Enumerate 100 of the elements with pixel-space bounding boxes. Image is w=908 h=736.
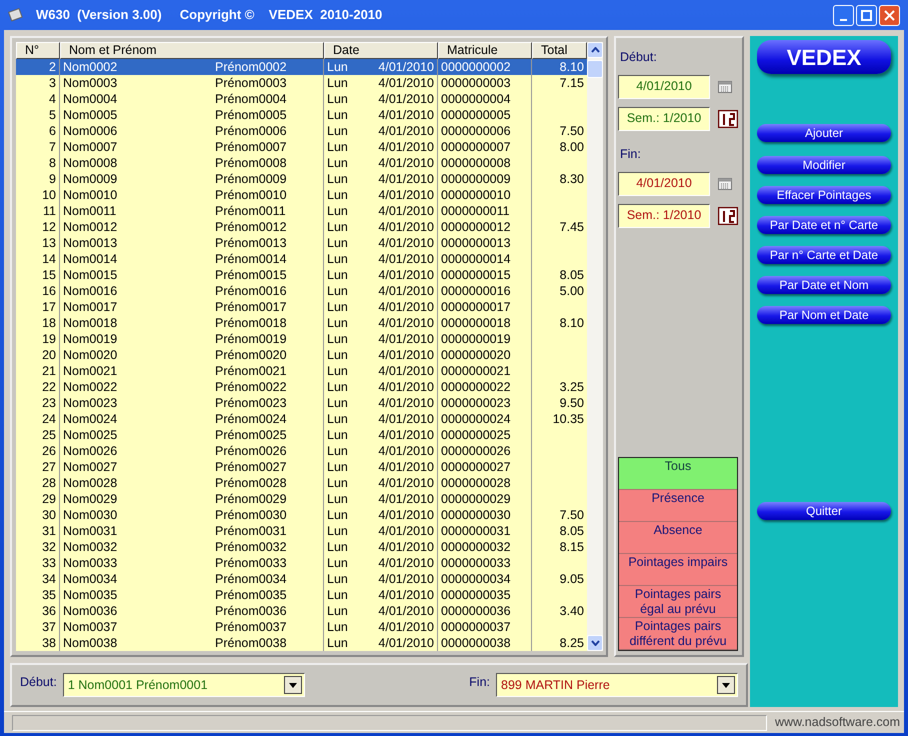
- minimize-button[interactable]: [833, 4, 854, 26]
- table-row[interactable]: 7 Nom0007 Prénom0007 Lun 4/01/2010 0000000007 8.00: [16, 139, 587, 155]
- action-button[interactable]: Modifier: [757, 156, 891, 174]
- first-name-cell: Prénom0003: [212, 75, 324, 91]
- filter-option[interactable]: Pointages impairs: [619, 554, 737, 586]
- action-button[interactable]: Par n° Carte et Date: [757, 246, 891, 264]
- table-row[interactable]: 24 Nom0024 Prénom0024 Lun 4/01/2010 0000000024 10.35: [16, 411, 587, 427]
- day-cell: Lun: [327, 315, 348, 331]
- date-cell: 4/01/2010: [378, 59, 434, 75]
- table-row[interactable]: 18 Nom0018 Prénom0018 Lun 4/01/2010 0000000018 8.10: [16, 315, 587, 331]
- date-field[interactable]: 4/01/2010: [618, 172, 710, 196]
- table-row[interactable]: 5 Nom0005 Prénom0005 Lun 4/01/2010 0000000005: [16, 107, 587, 123]
- table-row[interactable]: 15 Nom0015 Prénom0015 Lun 4/01/2010 0000000015 8.05: [16, 267, 587, 283]
- scroll-thumb[interactable]: [587, 60, 603, 78]
- table-row[interactable]: 10 Nom0010 Prénom0010 Lun 4/01/2010 0000000010: [16, 187, 587, 203]
- table-row[interactable]: 37 Nom0037 Prénom0037 Lun 4/01/2010 0000000037: [16, 619, 587, 635]
- table-row[interactable]: 36 Nom0036 Prénom0036 Lun 4/01/2010 0000000036 3.40: [16, 603, 587, 619]
- table-row[interactable]: 6 Nom0006 Prénom0006 Lun 4/01/2010 0000000006 7.50: [16, 123, 587, 139]
- id-cell: 0000000025: [438, 427, 532, 443]
- table-row[interactable]: 9 Nom0009 Prénom0009 Lun 4/01/2010 0000000009 8.30: [16, 171, 587, 187]
- week-number-icon[interactable]: [718, 206, 738, 224]
- first-name-cell: Prénom0014: [212, 251, 324, 267]
- scrollbar[interactable]: [587, 42, 603, 651]
- filter-option[interactable]: Pointages pairs différent du prévu: [619, 618, 737, 650]
- date-cell: 4/01/2010: [378, 107, 434, 123]
- calendar-icon[interactable]: [718, 178, 732, 190]
- table-row[interactable]: 16 Nom0016 Prénom0016 Lun 4/01/2010 0000000016 5.00: [16, 283, 587, 299]
- table-row[interactable]: 11 Nom0011 Prénom0011 Lun 4/01/2010 0000000011: [16, 203, 587, 219]
- name-cell-text: Nom0009: [62, 171, 118, 187]
- table-row[interactable]: 13 Nom0013 Prénom0013 Lun 4/01/2010 0000000013: [16, 235, 587, 251]
- name-cell-text: Nom0018: [62, 315, 118, 331]
- name-cell-text: Nom0014: [62, 251, 118, 267]
- table-row[interactable]: 14 Nom0014 Prénom0014 Lun 4/01/2010 0000000014: [16, 251, 587, 267]
- action-button[interactable]: Par Date et n° Carte: [757, 216, 891, 234]
- column-header[interactable]: Matricule: [438, 42, 532, 59]
- day-cell: Lun: [327, 635, 348, 651]
- table-row[interactable]: 22 Nom0022 Prénom0022 Lun 4/01/2010 0000000022 3.25: [16, 379, 587, 395]
- calendar-icon[interactable]: [718, 80, 732, 93]
- row-number: 10: [16, 187, 60, 203]
- table-row[interactable]: 21 Nom0021 Prénom0021 Lun 4/01/2010 0000000021: [16, 363, 587, 379]
- row-number: 14: [16, 251, 60, 267]
- maximize-button[interactable]: [856, 4, 877, 26]
- total-cell-text: 7.50: [558, 507, 585, 523]
- dropdown-field[interactable]: 1 Nom0001 Prénom0001: [62, 673, 305, 697]
- table-row[interactable]: 38 Nom0038 Prénom0038 Lun 4/01/2010 0000000038 8.25: [16, 635, 587, 651]
- table-row[interactable]: 23 Nom0023 Prénom0023 Lun 4/01/2010 0000000023 9.50: [16, 395, 587, 411]
- table-row[interactable]: 30 Nom0030 Prénom0030 Lun 4/01/2010 0000000030 7.50: [16, 507, 587, 523]
- first-name-cell: Prénom0026: [212, 443, 324, 459]
- action-button[interactable]: Effacer Pointages: [757, 186, 891, 204]
- date-cell: 4/01/2010: [378, 379, 434, 395]
- table-row[interactable]: 3 Nom0003 Prénom0003 Lun 4/01/2010 0000000003 7.15: [16, 75, 587, 91]
- id-cell: 0000000038: [438, 635, 532, 651]
- close-icon: [884, 10, 895, 20]
- action-button[interactable]: Par Date et Nom: [757, 276, 891, 294]
- day-cell: Lun: [327, 603, 348, 619]
- filter-option[interactable]: Présence: [619, 490, 737, 522]
- action-button[interactable]: Par Nom et Date: [757, 306, 891, 324]
- table-row[interactable]: 28 Nom0028 Prénom0028 Lun 4/01/2010 0000000028: [16, 475, 587, 491]
- day-cell: Lun: [327, 379, 348, 395]
- row-number: 33: [16, 555, 60, 571]
- row-number: 13: [16, 235, 60, 251]
- name-cell-text: Nom0029: [62, 491, 118, 507]
- dropdown-field[interactable]: 899 MARTIN Pierre: [496, 673, 738, 697]
- table-row[interactable]: 33 Nom0033 Prénom0033 Lun 4/01/2010 0000000033: [16, 555, 587, 571]
- table-row[interactable]: 12 Nom0012 Prénom0012 Lun 4/01/2010 0000000012 7.45: [16, 219, 587, 235]
- table-row[interactable]: 29 Nom0029 Prénom0029 Lun 4/01/2010 0000000029: [16, 491, 587, 507]
- table-row[interactable]: 17 Nom0017 Prénom0017 Lun 4/01/2010 0000000017: [16, 299, 587, 315]
- name-cell-text: Nom0003: [62, 75, 118, 91]
- id-cell: 0000000027: [438, 459, 532, 475]
- scroll-up-icon[interactable]: [587, 42, 603, 58]
- table-row[interactable]: 19 Nom0019 Prénom0019 Lun 4/01/2010 0000000019: [16, 331, 587, 347]
- table-row[interactable]: 32 Nom0032 Prénom0032 Lun 4/01/2010 0000000032 8.15: [16, 539, 587, 555]
- date-cell: 4/01/2010: [378, 331, 434, 347]
- table-row[interactable]: 34 Nom0034 Prénom0034 Lun 4/01/2010 0000000034 9.05: [16, 571, 587, 587]
- total-cell-text: 8.10: [558, 59, 585, 75]
- column-header[interactable]: Nom et Prénom: [60, 42, 324, 59]
- column-header[interactable]: Total: [532, 42, 587, 59]
- close-button[interactable]: [879, 4, 900, 26]
- week-number-icon[interactable]: [718, 110, 738, 128]
- table-row[interactable]: 20 Nom0020 Prénom0020 Lun 4/01/2010 0000000020: [16, 347, 587, 363]
- filter-option[interactable]: Tous: [619, 458, 737, 490]
- week-field[interactable]: Sem.: 1/2010: [618, 106, 710, 131]
- total-cell-text: 8.25: [558, 635, 585, 651]
- table-row[interactable]: 8 Nom0008 Prénom0008 Lun 4/01/2010 0000000008: [16, 155, 587, 171]
- table-row[interactable]: 4 Nom0004 Prénom0004 Lun 4/01/2010 0000000004: [16, 91, 587, 107]
- table-row[interactable]: 2 Nom0002 Prénom0002 Lun 4/01/2010 0000000002 8.10: [16, 59, 587, 75]
- week-field[interactable]: Sem.: 1/2010: [618, 204, 710, 228]
- table-row[interactable]: 26 Nom0026 Prénom0026 Lun 4/01/2010 0000000026: [16, 443, 587, 459]
- filter-option[interactable]: Pointages pairs égal au prévu: [619, 586, 737, 618]
- filter-option[interactable]: Absence: [619, 522, 737, 554]
- table-row[interactable]: 27 Nom0027 Prénom0027 Lun 4/01/2010 0000000027: [16, 459, 587, 475]
- column-header[interactable]: Date: [324, 42, 438, 59]
- table-row[interactable]: 31 Nom0031 Prénom0031 Lun 4/01/2010 0000000031 8.05: [16, 523, 587, 539]
- scroll-down-icon[interactable]: [587, 635, 603, 651]
- table-row[interactable]: 25 Nom0025 Prénom0025 Lun 4/01/2010 0000000025: [16, 427, 587, 443]
- action-button[interactable]: Ajouter: [757, 124, 891, 142]
- table-row[interactable]: 35 Nom0035 Prénom0035 Lun 4/01/2010 0000000035: [16, 587, 587, 603]
- date-field[interactable]: 4/01/2010: [618, 74, 710, 99]
- quit-button[interactable]: Quitter: [757, 502, 891, 520]
- column-header[interactable]: N°: [16, 42, 60, 59]
